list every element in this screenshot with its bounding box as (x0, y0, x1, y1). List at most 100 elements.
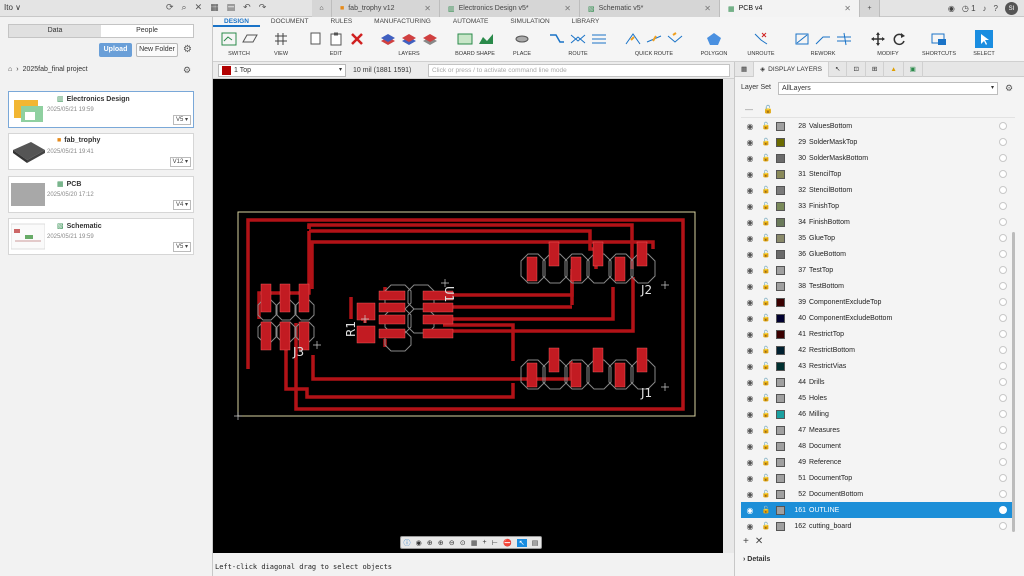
pointer-icon[interactable]: ↖ (516, 538, 527, 547)
active-layer-radio[interactable] (999, 506, 1007, 514)
board-outline-icon[interactable] (456, 30, 474, 48)
layer-row[interactable]: ◉ 🔓 30 SolderMaskBottom (741, 150, 1015, 166)
polygon-icon[interactable] (705, 30, 723, 48)
active-layer-radio[interactable] (999, 410, 1007, 418)
eye-icon[interactable]: ◉ (741, 122, 759, 131)
select-group[interactable]: SELECT (969, 28, 999, 61)
eye-icon[interactable]: ◉ (741, 266, 759, 275)
active-layer-radio[interactable] (999, 346, 1007, 354)
layer-row[interactable]: ◉ 🔓 52 DocumentBottom (741, 486, 1015, 502)
eye-icon[interactable]: ◉ (741, 426, 759, 435)
lock-icon[interactable]: 🔓 (759, 170, 773, 178)
eye-icon[interactable]: ◉ (741, 250, 759, 259)
rework-slice-icon[interactable] (793, 30, 811, 48)
polygon-group[interactable]: POLYGON (697, 28, 731, 61)
eye-icon[interactable]: ◉ (741, 394, 759, 403)
file-card-fab-trophy[interactable]: ■ fab_trophy 2025/05/21 19:41 V12 ▾ (8, 133, 194, 170)
layer-color-swatch[interactable] (776, 329, 785, 339)
unroute-group[interactable]: UNROUTE (743, 28, 779, 61)
board-shape-icon[interactable] (477, 30, 495, 48)
lock-icon[interactable]: 🔓 (759, 298, 773, 306)
layers-bottom-icon[interactable] (400, 30, 418, 48)
lock-icon[interactable]: 🔓 (759, 506, 773, 514)
lock-icon[interactable]: 🔓 (759, 122, 773, 130)
tab-selection-filter[interactable]: ↖ (829, 61, 848, 77)
layer-row[interactable]: ◉ 🔓 43 RestrictVias (741, 358, 1015, 374)
rework-parallel-icon[interactable] (835, 30, 853, 48)
layer-row[interactable]: ◉ 🔓 31 StencilTop (741, 166, 1015, 182)
route-group[interactable]: ROUTE (545, 28, 611, 61)
zoom-in-icon[interactable]: ⊕ (438, 539, 444, 547)
layers-icon[interactable] (379, 30, 397, 48)
layer-color-swatch[interactable] (776, 313, 785, 323)
minus-icon[interactable]: — (745, 105, 753, 114)
board-shape-group[interactable]: BOARD SHAPE (451, 28, 499, 61)
eye-icon[interactable]: ◉ (741, 490, 759, 499)
select-arrow-icon[interactable] (975, 30, 993, 48)
layer-row[interactable]: ◉ 🔓 35 GlueTop (741, 230, 1015, 246)
help-icon[interactable]: ? (994, 4, 998, 13)
gear-icon[interactable]: ⚙ (1005, 83, 1013, 94)
active-layer-radio[interactable] (999, 266, 1007, 274)
schematic-switch-icon[interactable] (220, 30, 238, 48)
delete-icon[interactable] (348, 30, 366, 48)
eye-icon[interactable]: ◉ (741, 474, 759, 483)
lock-icon[interactable]: 🔓 (759, 154, 773, 162)
active-layer-radio[interactable] (999, 442, 1007, 450)
tab-document[interactable]: DOCUMENT (260, 17, 320, 27)
unroute-icon[interactable] (752, 30, 770, 48)
lock-icon[interactable]: 🔓 (759, 490, 773, 498)
active-layer-radio[interactable] (999, 330, 1007, 338)
lock-icon[interactable]: 🔓 (759, 186, 773, 194)
layer-color-swatch[interactable] (776, 489, 785, 499)
quick-route-group[interactable]: QUICK ROUTE (619, 28, 689, 61)
filter-icon[interactable]: ▤ (532, 539, 539, 547)
active-layer-radio[interactable] (999, 458, 1007, 466)
lock-icon[interactable]: 🔓 (759, 362, 773, 370)
layer-row[interactable]: ◉ 🔓 34 FinishBottom (741, 214, 1015, 230)
lock-icon[interactable]: 🔓 (759, 250, 773, 258)
layer-color-swatch[interactable] (776, 137, 785, 147)
differential-route-icon[interactable] (569, 30, 587, 48)
layer-row[interactable]: ◉ 🔓 28 ValuesBottom (741, 118, 1015, 134)
extensions-icon[interactable]: ◉ (948, 4, 955, 13)
layer-color-swatch[interactable] (776, 281, 785, 291)
tab-display-layers[interactable]: ◈ DISPLAY LAYERS (754, 61, 829, 77)
refresh-icon[interactable]: ⟳ (166, 2, 174, 13)
layer-row[interactable]: ◉ 🔓 51 DocumentTop (741, 470, 1015, 486)
active-layer-radio[interactable] (999, 298, 1007, 306)
layer-set-select[interactable]: AllLayers ▾ (778, 82, 998, 95)
route-icon[interactable] (548, 30, 566, 48)
lock-icon[interactable]: 🔓 (759, 426, 773, 434)
new-folder-button[interactable]: New Folder (136, 43, 178, 57)
panel-menu-icon[interactable]: ▦ (735, 61, 755, 77)
quick-route-all-icon[interactable] (666, 30, 684, 48)
active-layer-radio[interactable] (999, 394, 1007, 402)
layer-row[interactable]: ◉ 🔓 161 OUTLINE (741, 502, 1015, 518)
board-3d-icon[interactable] (241, 30, 259, 48)
quick-route-icon[interactable] (624, 30, 642, 48)
tab-automate[interactable]: AUTOMATE (442, 17, 500, 27)
lock-icon[interactable]: 🔓 (759, 202, 773, 210)
lock-icon[interactable]: 🔓 (759, 522, 773, 530)
lock-icon[interactable]: 🔓 (759, 282, 773, 290)
eye-icon[interactable]: ◉ (741, 362, 759, 371)
edit-group[interactable]: EDIT (303, 28, 369, 61)
place-group[interactable]: PLACE (509, 28, 535, 61)
eye-icon[interactable]: ◉ (741, 154, 759, 163)
layer-row[interactable]: ◉ 🔓 42 RestrictBottom (741, 342, 1015, 358)
tab-drc[interactable]: ▣ (904, 61, 923, 77)
eye-icon[interactable]: ◉ (416, 539, 422, 547)
layer-color-swatch[interactable] (776, 249, 785, 259)
tab-simulation[interactable]: SIMULATION (499, 17, 560, 27)
paste-icon[interactable] (327, 30, 345, 48)
add-layer-icon[interactable]: + (743, 536, 749, 547)
layer-list-scrollbar[interactable] (1012, 232, 1015, 532)
close-icon[interactable]: ✕ (424, 4, 431, 13)
bell-icon[interactable]: ♪ (983, 4, 987, 13)
layer-row[interactable]: ◉ 🔓 48 Document (741, 438, 1015, 454)
active-layer-radio[interactable] (999, 170, 1007, 178)
layer-color-swatch[interactable] (776, 505, 785, 515)
shortcuts-icon[interactable] (930, 30, 948, 48)
eye-icon[interactable]: ◉ (741, 458, 759, 467)
